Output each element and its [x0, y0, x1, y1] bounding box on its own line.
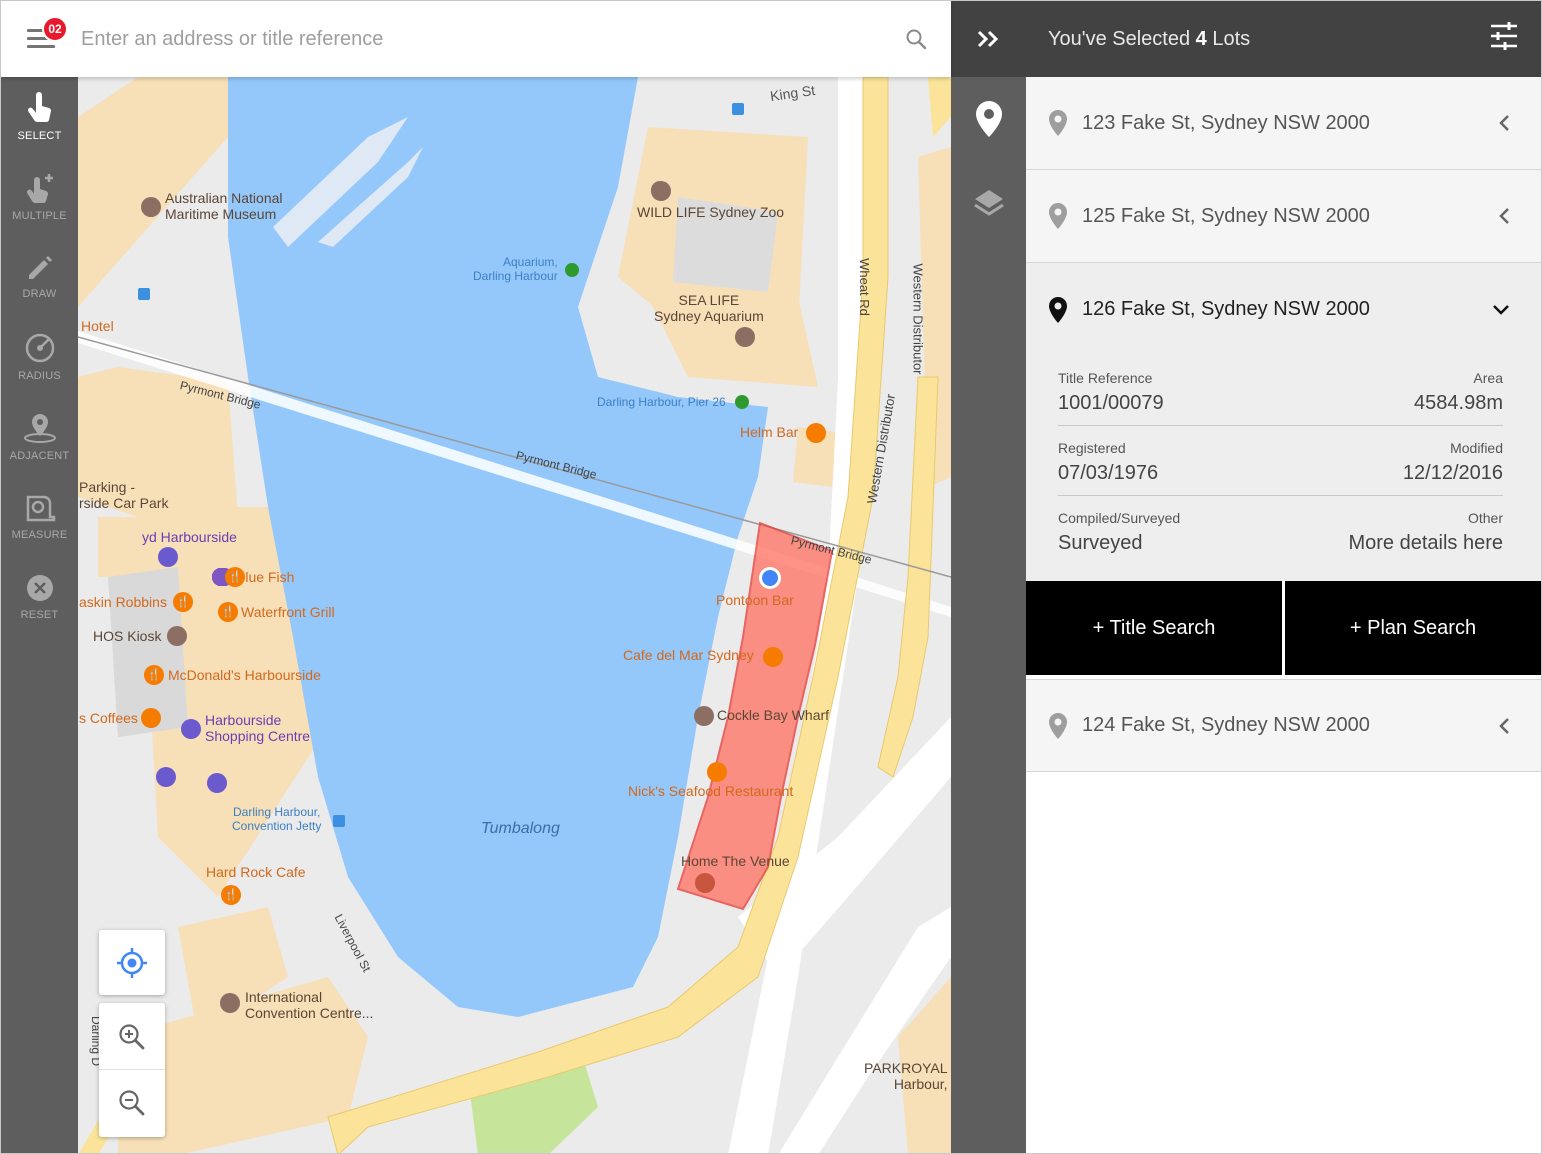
- map-canvas[interactable]: [78, 77, 951, 1154]
- panel-header: You've Selected 4 Lots: [1026, 1, 1541, 77]
- multi-touch-icon: [26, 174, 53, 204]
- title-search-button[interactable]: + Title Search: [1026, 581, 1282, 675]
- registered-label: Registered: [1058, 440, 1126, 456]
- adjacent-pin-icon: [23, 414, 56, 443]
- tool-draw[interactable]: DRAW: [1, 237, 78, 317]
- details-row: Compiled/Surveyed Surveyed Other More de…: [1058, 496, 1503, 581]
- title-reference-value: 1001/00079: [1058, 392, 1164, 414]
- zoom-out-button[interactable]: [99, 1070, 165, 1136]
- lot-item-expanded[interactable]: 126 Fake St, Sydney NSW 2000: [1026, 263, 1541, 356]
- lot-address: 125 Fake St, Sydney NSW 2000: [1082, 204, 1370, 227]
- lot-address: 123 Fake St, Sydney NSW 2000: [1082, 111, 1370, 134]
- details-row: Registered 07/03/1976 Modified 12/12/201…: [1058, 426, 1503, 496]
- title-reference-label: Title Reference: [1058, 370, 1153, 386]
- location-pin-icon: [1049, 712, 1067, 739]
- filter-button[interactable]: [1489, 22, 1519, 56]
- layers-icon: [973, 190, 1004, 216]
- tool-multiple-label: MULTIPLE: [12, 210, 67, 222]
- zoom-in-button[interactable]: [99, 1004, 165, 1070]
- lot-address: 126 Fake St, Sydney NSW 2000: [1082, 298, 1370, 320]
- lot-item[interactable]: 124 Fake St, Sydney NSW 2000: [1026, 679, 1541, 772]
- map-view[interactable]: [78, 77, 951, 1154]
- app-window: King St Australian National Maritime Mus…: [0, 0, 1542, 1154]
- layers-button[interactable]: [951, 161, 1026, 245]
- tool-draw-label: DRAW: [22, 288, 57, 300]
- registered-value: 07/03/1976: [1058, 462, 1159, 484]
- location-pin-icon: [1049, 296, 1067, 323]
- chevron-down-icon[interactable]: [1491, 303, 1511, 317]
- tool-reset[interactable]: RESET: [1, 557, 78, 637]
- double-chevron-right-icon: [977, 30, 998, 48]
- plan-search-button[interactable]: + Plan Search: [1285, 581, 1541, 675]
- tool-measure-label: MEASURE: [11, 529, 68, 541]
- lot-address: 124 Fake St, Sydney NSW 2000: [1082, 714, 1370, 736]
- area-value: 4584.98m: [1414, 392, 1503, 414]
- area-label: Area: [1473, 370, 1503, 386]
- compiled-value: Surveyed: [1058, 532, 1143, 554]
- sliders-icon: [1491, 22, 1517, 50]
- modified-value: 12/12/2016: [1402, 462, 1503, 484]
- radius-icon: [25, 333, 54, 363]
- search-button[interactable]: [881, 1, 951, 77]
- hand-pointer-icon: [27, 92, 51, 123]
- tool-radius[interactable]: RADIUS: [1, 317, 78, 397]
- notification-badge: 02: [42, 16, 68, 42]
- close-circle-icon: [26, 575, 53, 601]
- panel-rail: [951, 1, 1026, 1153]
- compiled-label: Compiled/Surveyed: [1058, 510, 1181, 526]
- selection-suffix: Lots: [1212, 27, 1251, 50]
- tool-multiple[interactable]: MULTIPLE: [1, 157, 78, 237]
- location-pin-icon: [1049, 110, 1067, 136]
- expand-panel-button[interactable]: [951, 1, 1026, 77]
- location-pin-icon: [975, 101, 1002, 137]
- pencil-icon: [28, 256, 52, 279]
- tool-radius-label: RADIUS: [18, 370, 61, 382]
- more-details-link[interactable]: More details here: [1348, 532, 1503, 555]
- selected-lots-panel: You've Selected 4 Lots 123 Fake St, Sydn…: [1026, 1, 1541, 1153]
- tool-select[interactable]: SELECT: [1, 77, 78, 157]
- crosshair-icon: [117, 947, 147, 978]
- tool-measure[interactable]: MEASURE: [1, 477, 78, 557]
- lots-view-button[interactable]: [951, 77, 1026, 161]
- tool-adjacent-label: ADJACENT: [9, 450, 70, 462]
- zoom-out-icon: [119, 1090, 145, 1116]
- search-bar: 02: [1, 1, 951, 77]
- selection-prefix: You've Selected: [1048, 27, 1191, 50]
- tool-sidebar: SELECT MULTIPLE DRAW RADIUS ADJACENT MEA…: [1, 77, 78, 1153]
- address-search-input[interactable]: [81, 19, 881, 59]
- search-actions: + Title Search + Plan Search: [1026, 581, 1541, 679]
- tool-reset-label: RESET: [20, 609, 59, 621]
- measure-tape-icon: [26, 495, 55, 522]
- my-location-button[interactable]: [99, 930, 165, 995]
- lot-item[interactable]: 125 Fake St, Sydney NSW 2000: [1026, 170, 1541, 263]
- tool-adjacent[interactable]: ADJACENT: [1, 397, 78, 477]
- zoom-control: [99, 1003, 165, 1137]
- selection-summary: You've Selected 4 Lots: [1048, 28, 1250, 51]
- other-label: Other: [1467, 510, 1503, 526]
- chevron-left-icon[interactable]: [1497, 716, 1511, 736]
- chevron-left-icon[interactable]: [1497, 206, 1511, 226]
- search-icon: [906, 29, 927, 50]
- tool-select-label: SELECT: [17, 130, 62, 142]
- menu-button[interactable]: 02: [1, 1, 81, 77]
- selection-count: 4: [1195, 27, 1207, 50]
- zoom-in-icon: [119, 1023, 145, 1049]
- location-pin-icon: [1049, 203, 1067, 229]
- lot-item[interactable]: 123 Fake St, Sydney NSW 2000: [1026, 77, 1541, 170]
- details-row: Title Reference 1001/00079 Area 4584.98m: [1058, 356, 1503, 426]
- lot-details: Title Reference 1001/00079 Area 4584.98m…: [1026, 356, 1541, 581]
- modified-label: Modified: [1450, 440, 1503, 456]
- chevron-left-icon[interactable]: [1497, 113, 1511, 133]
